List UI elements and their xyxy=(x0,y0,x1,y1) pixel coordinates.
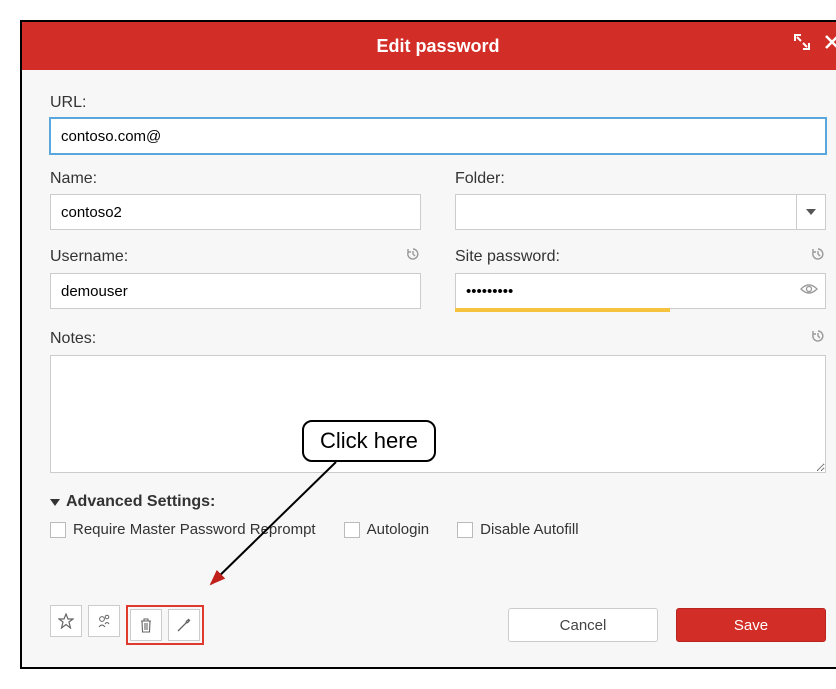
url-input[interactable] xyxy=(50,118,826,154)
annotation-callout: Click here xyxy=(302,420,436,462)
tools-button[interactable] xyxy=(168,609,200,641)
checkbox-icon xyxy=(457,522,473,538)
history-icon[interactable] xyxy=(810,328,826,349)
url-field: URL: xyxy=(50,94,826,154)
title-actions xyxy=(794,34,836,55)
password-input[interactable] xyxy=(455,273,826,309)
username-label: Username: xyxy=(50,248,128,266)
expand-icon[interactable] xyxy=(794,34,810,55)
folder-input[interactable] xyxy=(455,194,796,230)
delete-button[interactable] xyxy=(130,609,162,641)
folder-dropdown-button[interactable] xyxy=(796,194,826,230)
share-button[interactable] xyxy=(88,605,120,637)
tool-row xyxy=(50,605,204,645)
name-label: Name: xyxy=(50,170,97,188)
advanced-settings-label: Advanced Settings: xyxy=(66,493,215,511)
notes-label: Notes: xyxy=(50,330,96,348)
favorite-button[interactable] xyxy=(50,605,82,637)
dialog-body: URL: Name: Folder: Username: xyxy=(22,70,836,556)
titlebar: Edit password xyxy=(22,22,836,70)
password-field: Site password: xyxy=(455,246,826,312)
dialog-footer: Cancel Save xyxy=(50,605,826,645)
folder-field: Folder: xyxy=(455,170,826,230)
name-input[interactable] xyxy=(50,194,421,230)
annotation-highlight xyxy=(126,605,204,645)
notes-field: Notes: xyxy=(50,328,826,473)
checkbox-icon xyxy=(50,522,66,538)
autologin-check[interactable]: Autologin xyxy=(344,521,430,538)
dialog-title: Edit password xyxy=(376,36,499,57)
cancel-button[interactable]: Cancel xyxy=(508,608,658,642)
edit-password-dialog: Edit password URL: Name: Folder: xyxy=(20,20,836,669)
username-field: Username: xyxy=(50,246,421,312)
advanced-settings-toggle[interactable]: Advanced Settings: xyxy=(50,493,826,511)
eye-icon[interactable] xyxy=(800,282,818,300)
disable-autofill-check[interactable]: Disable Autofill xyxy=(457,521,578,538)
notes-textarea[interactable] xyxy=(50,355,826,473)
reprompt-check[interactable]: Require Master Password Reprompt xyxy=(50,521,316,538)
history-icon[interactable] xyxy=(810,246,826,267)
folder-label: Folder: xyxy=(455,170,505,188)
caret-down-icon xyxy=(50,499,60,506)
name-field: Name: xyxy=(50,170,421,230)
url-label: URL: xyxy=(50,94,86,112)
advanced-checks: Require Master Password Reprompt Autolog… xyxy=(50,521,826,538)
checkbox-icon xyxy=(344,522,360,538)
password-strength-meter xyxy=(455,308,670,312)
close-icon[interactable] xyxy=(824,34,836,55)
action-buttons: Cancel Save xyxy=(508,608,826,642)
history-icon[interactable] xyxy=(405,246,421,267)
password-label: Site password: xyxy=(455,248,560,266)
save-button[interactable]: Save xyxy=(676,608,826,642)
username-input[interactable] xyxy=(50,273,421,309)
